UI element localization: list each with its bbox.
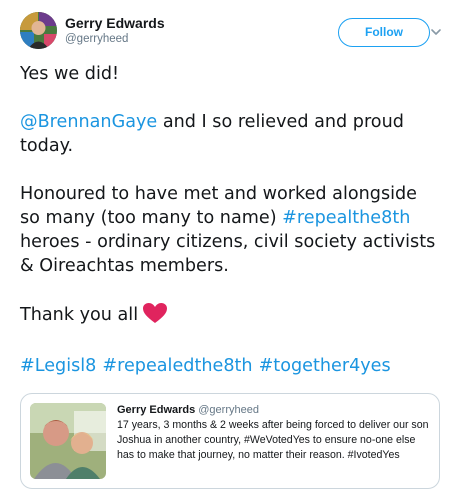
red-heart-icon — [143, 303, 168, 323]
paragraph-text: heroes - ordinary citizens, civil societ… — [20, 232, 436, 276]
paragraph-text: Yes we did! — [20, 64, 120, 84]
quoted-tweet[interactable]: Gerry Edwards @gerryheed 17 years, 3 mont… — [20, 393, 440, 489]
tweet-text: Yes we did! @BrennanGaye and I so reliev… — [20, 62, 440, 351]
mention-link[interactable]: @BrennanGaye — [20, 112, 157, 132]
hashtag-link[interactable]: #repealthe8th — [282, 208, 410, 228]
follow-button[interactable]: Follow — [338, 18, 430, 47]
quoted-author-display-name: Gerry Edwards — [117, 404, 196, 416]
hashtag-link[interactable]: #repealedthe8th — [102, 356, 252, 376]
tweet-paragraph: @BrennanGaye and I so relieved and proud… — [20, 110, 440, 158]
author-handle[interactable]: @gerryheed — [65, 32, 165, 47]
tweet-header: Gerry Edwards @gerryheed Follow — [20, 12, 442, 52]
hashtag-line: #Legisl8 #repealedthe8th #together4yes — [20, 354, 397, 378]
chevron-down-icon[interactable] — [430, 26, 442, 38]
author-info[interactable]: Gerry Edwards @gerryheed — [65, 15, 165, 47]
avatar[interactable] — [20, 12, 57, 49]
quoted-tweet-photo[interactable] — [30, 403, 106, 479]
quoted-tweet-text: 17 years, 3 months & 2 weeks after being… — [117, 419, 429, 461]
hashtag-link[interactable]: #Legisl8 — [20, 356, 96, 376]
tweet-card: Gerry Edwards @gerryheed Follow Yes we d… — [0, 0, 458, 500]
tweet-paragraph: Thank you all — [20, 302, 440, 327]
quoted-tweet-header: Gerry Edwards @gerryheed — [117, 403, 433, 417]
quoted-tweet-content: Gerry Edwards @gerryheed 17 years, 3 mont… — [117, 403, 433, 463]
paragraph-text: Thank you all — [20, 305, 139, 325]
hashtag-link[interactable]: #together4yes — [259, 356, 391, 376]
tweet-paragraph: Honoured to have met and worked alongsid… — [20, 182, 440, 278]
quoted-author-handle: @gerryheed — [198, 404, 259, 416]
author-display-name[interactable]: Gerry Edwards — [65, 15, 165, 32]
tweet-paragraph: Yes we did! — [20, 62, 440, 86]
